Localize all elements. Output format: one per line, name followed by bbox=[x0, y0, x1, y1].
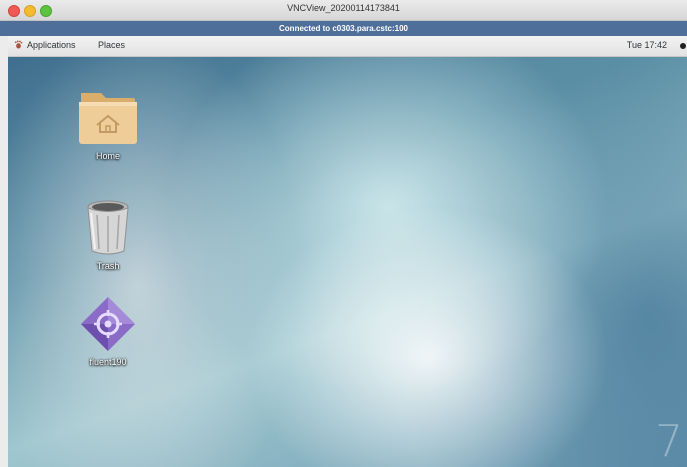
trash-icon bbox=[87, 200, 129, 255]
title-bar[interactable]: VNCView_20200114173841 bbox=[0, 0, 687, 21]
desktop-icon-trash[interactable]: Trash bbox=[68, 199, 148, 271]
desktop-icon-label: Trash bbox=[96, 261, 120, 271]
application-icon bbox=[81, 297, 135, 351]
desktop-icon-home[interactable]: Home bbox=[68, 87, 148, 161]
status-menu-icon[interactable] bbox=[680, 43, 686, 49]
applications-label: Applications bbox=[27, 40, 76, 50]
home-folder-icon bbox=[79, 93, 137, 144]
clock[interactable]: Tue 17:42 bbox=[627, 40, 667, 50]
desktop-icon-label: fluent190 bbox=[89, 357, 127, 367]
applications-menu[interactable]: Applications bbox=[14, 40, 76, 50]
desktop[interactable]: Home Trash fluent190 7 bbox=[8, 57, 687, 467]
window-title: VNCView_20200114173841 bbox=[287, 3, 400, 13]
desktop-icon-fluent190[interactable]: fluent190 bbox=[68, 295, 148, 367]
connection-banner: Connected to c0303.para.cstc:100 bbox=[0, 21, 687, 36]
desktop-icon-label: Home bbox=[95, 151, 120, 161]
top-panel: Applications Places Tue 17:42 bbox=[8, 36, 687, 57]
places-menu[interactable]: Places bbox=[98, 40, 125, 50]
os-version-watermark: 7 bbox=[655, 416, 683, 467]
vnc-viewer-window: VNCView_20200114173841 Connected to c030… bbox=[0, 0, 687, 467]
gnome-foot-icon bbox=[14, 40, 23, 49]
